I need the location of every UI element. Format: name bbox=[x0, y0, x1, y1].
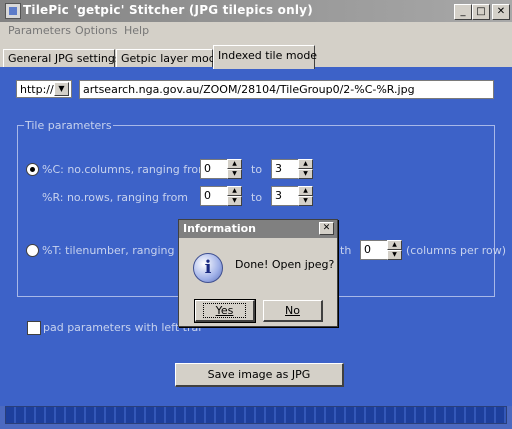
tab-getpic-layer-mode[interactable]: Getpic layer mode bbox=[116, 49, 222, 67]
progress-bar bbox=[5, 406, 507, 424]
spin-down-icon[interactable]: ▼ bbox=[227, 169, 242, 179]
pad-parameters-checkbox[interactable] bbox=[27, 321, 41, 335]
radio-selected-dot bbox=[30, 167, 35, 172]
yes-button-label: Yes bbox=[202, 303, 247, 318]
rows-from-spinner[interactable]: 0 ▲ ▼ bbox=[200, 186, 242, 206]
url-input[interactable]: artsearch.nga.gov.au/ZOOM/28104/TileGrou… bbox=[79, 80, 494, 99]
progress-fill bbox=[6, 407, 506, 423]
to-label: to bbox=[251, 163, 263, 176]
per-row-spinner[interactable]: 0 ▲ ▼ bbox=[360, 240, 402, 260]
maximize-button[interactable]: □ bbox=[472, 4, 490, 20]
group-label: Tile parameters bbox=[24, 119, 113, 132]
spin-up-icon[interactable]: ▲ bbox=[227, 159, 242, 169]
spin-up-icon[interactable]: ▲ bbox=[298, 159, 313, 169]
protocol-value: http:// bbox=[20, 83, 54, 96]
info-icon: i bbox=[193, 253, 223, 283]
tab-strip: General JPG settings Getpic layer mode I… bbox=[0, 41, 512, 69]
with-label-fragment: th bbox=[340, 244, 352, 257]
rows-label: %R: no.rows, ranging from bbox=[42, 191, 189, 204]
app-icon bbox=[5, 3, 21, 19]
spin-down-icon[interactable]: ▼ bbox=[387, 250, 402, 260]
columns-from-field[interactable]: 0 bbox=[200, 159, 228, 179]
spin-down-icon[interactable]: ▼ bbox=[298, 196, 313, 206]
no-button-label: No bbox=[285, 304, 300, 317]
window-title: TilePic 'getpic' Stitcher (JPG tilepics … bbox=[23, 3, 313, 17]
spin-down-icon[interactable]: ▼ bbox=[298, 169, 313, 179]
spin-down-icon[interactable]: ▼ bbox=[227, 196, 242, 206]
no-button[interactable]: No bbox=[263, 300, 323, 322]
rows-to-spinner[interactable]: 3 ▲ ▼ bbox=[271, 186, 313, 206]
columns-from-spinner[interactable]: 0 ▲ ▼ bbox=[200, 159, 242, 179]
to-label: to bbox=[251, 191, 263, 204]
close-button[interactable]: ✕ bbox=[492, 4, 510, 20]
columns-to-field[interactable]: 3 bbox=[271, 159, 299, 179]
columns-radio[interactable] bbox=[26, 163, 39, 176]
yes-button[interactable]: Yes bbox=[194, 299, 256, 323]
dialog-message: Done! Open jpeg? bbox=[235, 258, 335, 271]
columns-label: %C: no.columns, ranging from bbox=[42, 163, 209, 176]
url-value: artsearch.nga.gov.au/ZOOM/28104/TileGrou… bbox=[83, 83, 415, 96]
tilenumber-label: %T: tilenumber, ranging fro bbox=[42, 244, 193, 257]
rows-to-field[interactable]: 3 bbox=[271, 186, 299, 206]
title-bar[interactable]: TilePic 'getpic' Stitcher (JPG tilepics … bbox=[0, 0, 512, 22]
dropdown-arrow-icon[interactable]: ▼ bbox=[54, 82, 69, 96]
menu-parameters[interactable]: Parameters bbox=[8, 24, 71, 37]
save-image-button[interactable]: Save image as JPG bbox=[175, 363, 344, 387]
dialog-title: Information bbox=[183, 222, 256, 235]
menu-help[interactable]: Help bbox=[124, 24, 149, 37]
columns-per-row-label: (columns per row) bbox=[406, 244, 507, 257]
minimize-button[interactable]: _ bbox=[454, 4, 472, 20]
columns-to-spinner[interactable]: 3 ▲ ▼ bbox=[271, 159, 313, 179]
rows-from-field[interactable]: 0 bbox=[200, 186, 228, 206]
dialog-title-bar[interactable]: Information ✕ bbox=[179, 220, 337, 238]
tab-indexed-tile-mode[interactable]: Indexed tile mode bbox=[213, 45, 317, 69]
information-dialog: Information ✕ i Done! Open jpeg? Yes No bbox=[178, 219, 338, 327]
menu-bar: Parameters Options Help bbox=[0, 22, 512, 41]
protocol-select[interactable]: http:// ▼ bbox=[16, 80, 72, 98]
app-window: TilePic 'getpic' Stitcher (JPG tilepics … bbox=[0, 0, 512, 429]
per-row-field[interactable]: 0 bbox=[360, 240, 388, 260]
menu-options[interactable]: Options bbox=[75, 24, 117, 37]
tilenumber-radio[interactable] bbox=[26, 244, 39, 257]
spin-up-icon[interactable]: ▲ bbox=[387, 240, 402, 250]
spin-up-icon[interactable]: ▲ bbox=[227, 186, 242, 196]
dialog-close-button[interactable]: ✕ bbox=[319, 222, 334, 235]
spin-up-icon[interactable]: ▲ bbox=[298, 186, 313, 196]
tab-general-jpg-settings[interactable]: General JPG settings bbox=[3, 49, 121, 67]
